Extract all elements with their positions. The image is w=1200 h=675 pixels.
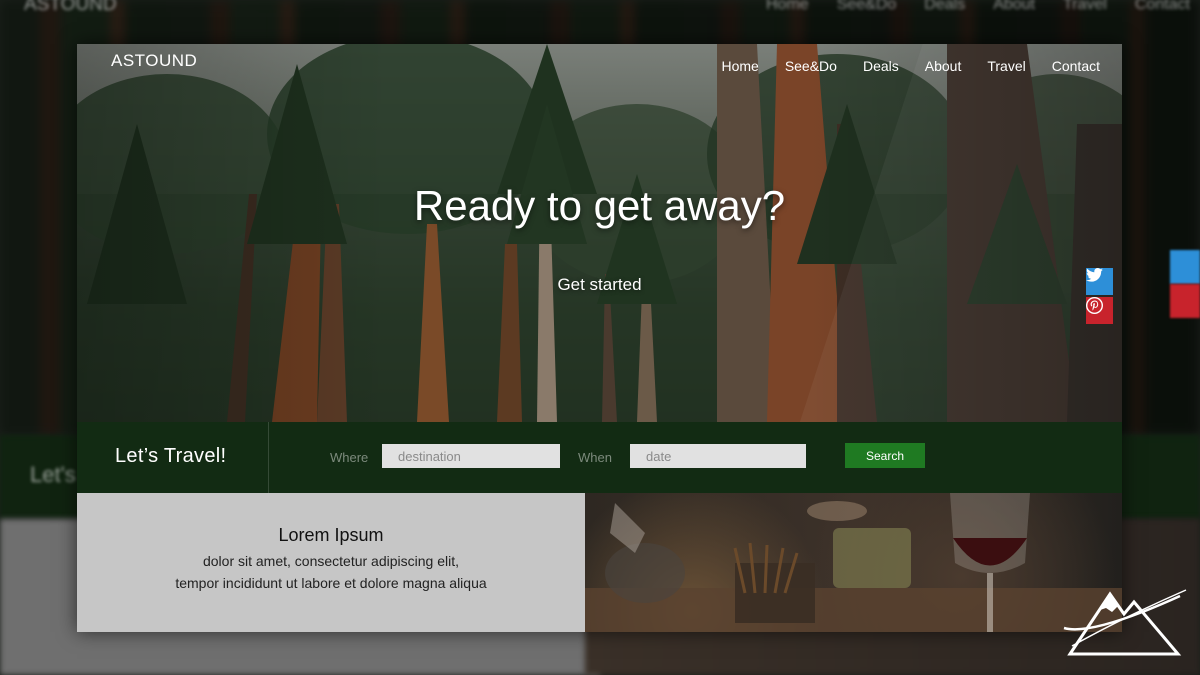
get-started-button[interactable]: Get started xyxy=(557,275,641,294)
search-bar-divider xyxy=(268,422,269,493)
nav-travel[interactable]: Travel xyxy=(987,58,1025,74)
nav-about[interactable]: About xyxy=(925,58,962,74)
feature-line-1: dolor sit amet, consectetur adipiscing e… xyxy=(202,553,459,569)
webpage-card: ASTOUND Home See&Do Deals About Travel C… xyxy=(77,44,1122,632)
twitter-icon xyxy=(1086,268,1103,282)
when-label: When xyxy=(578,450,612,465)
backdrop-nav-item: See&Do xyxy=(836,0,897,13)
mountain-logo-icon xyxy=(1063,589,1187,656)
backdrop-logo: ASTOUND xyxy=(24,0,117,15)
backdrop-nav: Home See&Do Deals About Travel Contact xyxy=(766,0,1190,14)
main-nav: Home See&Do Deals About Travel Contact xyxy=(721,58,1100,74)
feature-panel: Lorem Ipsum dolor sit amet, consectetur … xyxy=(77,493,585,632)
hero-vignette xyxy=(77,44,1122,422)
nav-deals[interactable]: Deals xyxy=(863,58,899,74)
cta-wrapper: Get started xyxy=(77,275,1122,295)
backdrop-pinterest-icon xyxy=(1170,284,1200,318)
pinterest-share-button[interactable] xyxy=(1086,297,1113,324)
backdrop-nav-item: About xyxy=(993,0,1035,13)
site-logo[interactable]: ASTOUND xyxy=(111,51,197,71)
wine-table-image xyxy=(585,493,1122,632)
feature-body: dolor sit amet, consectetur adipiscing e… xyxy=(77,550,585,594)
dining-photo xyxy=(585,493,1122,632)
nav-contact[interactable]: Contact xyxy=(1052,58,1100,74)
backdrop-nav-item: Deals xyxy=(924,0,966,13)
feature-line-2: tempor incididunt ut labore et dolore ma… xyxy=(175,575,487,591)
hero-section: ASTOUND Home See&Do Deals About Travel C… xyxy=(77,44,1122,422)
search-button[interactable]: Search xyxy=(845,443,925,468)
twitter-share-button[interactable] xyxy=(1086,268,1113,295)
search-bar-title: Let’s Travel! xyxy=(115,445,227,467)
destination-input[interactable] xyxy=(382,444,560,468)
backdrop-nav-item: Contact xyxy=(1134,0,1190,13)
backdrop-bar-title: Let's xyxy=(30,462,76,487)
where-label: Where xyxy=(330,450,369,465)
backdrop-nav-item: Travel xyxy=(1063,0,1107,13)
nav-home[interactable]: Home xyxy=(721,58,758,74)
date-input[interactable] xyxy=(630,444,806,468)
hero-headline: Ready to get away? xyxy=(413,182,786,229)
feature-title: Lorem Ipsum xyxy=(278,525,384,545)
nav-see-do[interactable]: See&Do xyxy=(785,58,837,74)
backdrop-nav-item: Home xyxy=(766,0,809,13)
backdrop-twitter-icon xyxy=(1170,250,1200,284)
search-bar: Let’s Travel! Where When Search xyxy=(77,422,1122,493)
pinterest-icon xyxy=(1086,297,1103,314)
